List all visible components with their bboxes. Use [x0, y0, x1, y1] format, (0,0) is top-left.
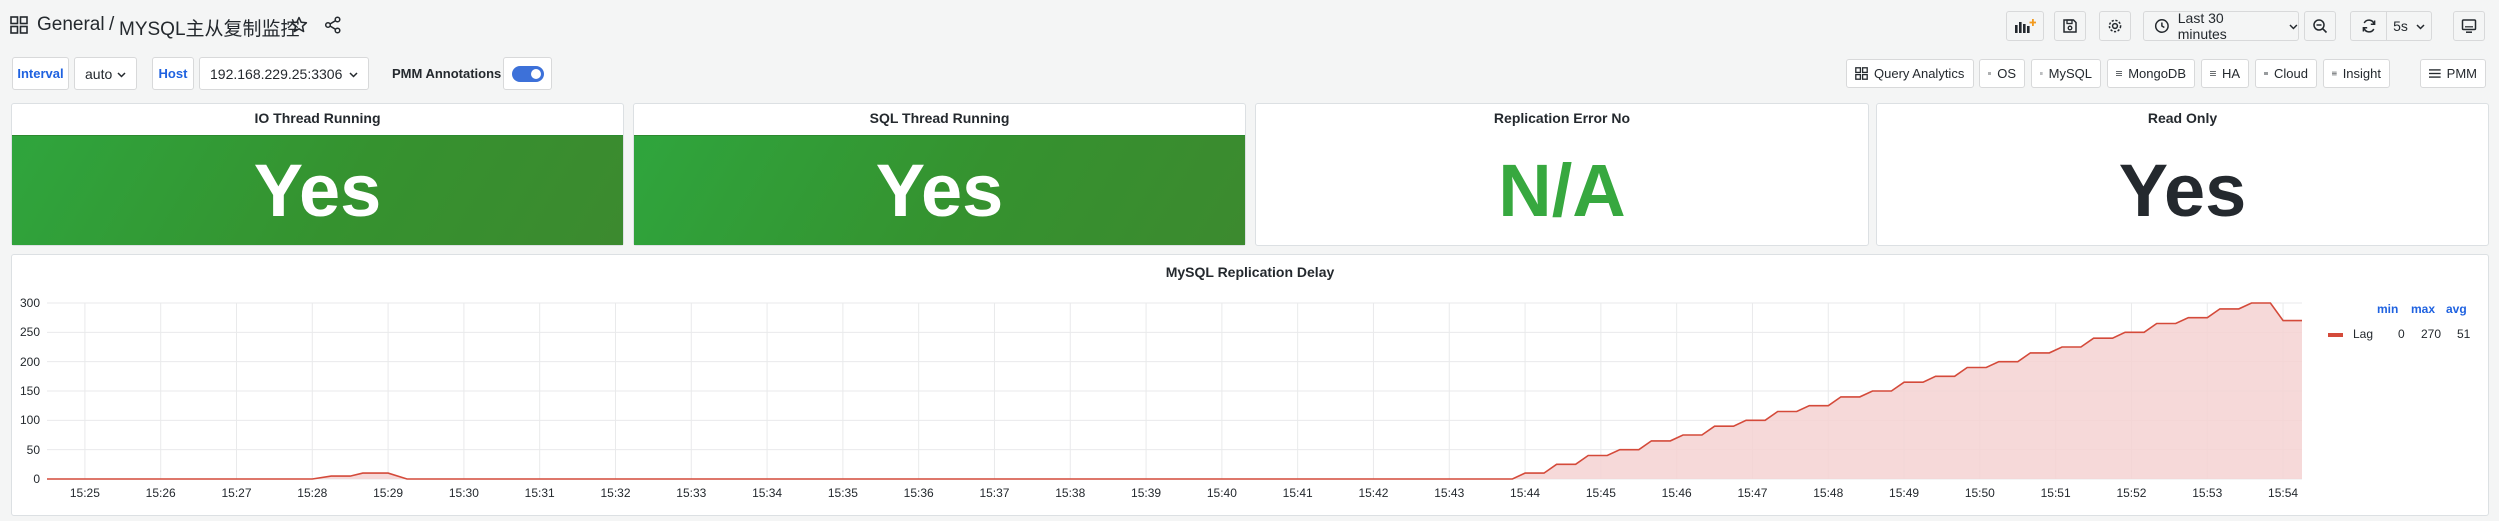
- x-tick-label: 15:31: [524, 486, 555, 500]
- x-tick-label: 15:53: [2192, 486, 2223, 500]
- x-tick-label: 15:28: [297, 486, 328, 500]
- x-tick-label: 15:27: [221, 486, 252, 500]
- x-tick-label: 15:40: [1206, 486, 1237, 500]
- x-tick-label: 15:30: [448, 486, 479, 500]
- x-tick-label: 15:41: [1282, 486, 1313, 500]
- x-tick-label: 15:26: [145, 486, 176, 500]
- x-tick-label: 15:35: [827, 486, 858, 500]
- x-tick-label: 15:46: [1661, 486, 1692, 500]
- x-tick-label: 15:25: [69, 486, 100, 500]
- legend-col-min[interactable]: min: [2377, 302, 2398, 316]
- y-tick-label: 50: [26, 442, 40, 457]
- x-tick-label: 15:52: [2116, 486, 2147, 500]
- x-tick-label: 15:54: [2268, 486, 2299, 500]
- x-tick-label: 15:49: [1889, 486, 1920, 500]
- replication-delay-chart[interactable]: [0, 0, 2499, 521]
- x-tick-label: 15:37: [979, 486, 1010, 500]
- legend-col-avg[interactable]: avg: [2446, 302, 2467, 316]
- x-tick-label: 15:29: [373, 486, 404, 500]
- x-tick-label: 15:44: [1510, 486, 1541, 500]
- x-tick-label: 15:39: [1131, 486, 1162, 500]
- legend-swatch-lag[interactable]: [2328, 333, 2343, 337]
- x-tick-label: 15:47: [1737, 486, 1768, 500]
- x-tick-label: 15:51: [2040, 486, 2071, 500]
- y-tick-label: 200: [19, 354, 40, 369]
- x-tick-label: 15:43: [1434, 486, 1465, 500]
- x-tick-label: 15:36: [903, 486, 934, 500]
- x-tick-label: 15:34: [752, 486, 783, 500]
- x-tick-label: 15:38: [1055, 486, 1086, 500]
- y-tick-label: 300: [19, 296, 40, 310]
- x-tick-label: 15:48: [1813, 486, 1844, 500]
- x-tick-label: 15:45: [1585, 486, 1616, 500]
- legend-min-value: 0: [2398, 327, 2405, 341]
- legend-avg-value: 51: [2457, 327, 2471, 341]
- y-tick-label: 150: [19, 384, 40, 398]
- x-tick-label: 15:42: [1358, 486, 1389, 500]
- x-tick-label: 15:50: [1964, 486, 1995, 500]
- y-tick-label: 0: [33, 472, 40, 486]
- legend-col-max[interactable]: max: [2411, 302, 2435, 316]
- x-tick-label: 15:33: [676, 486, 707, 500]
- y-tick-label: 250: [19, 325, 40, 340]
- legend-max-value: 270: [2421, 327, 2442, 341]
- legend-series-name[interactable]: Lag: [2353, 327, 2373, 341]
- x-tick-label: 15:32: [600, 486, 631, 500]
- y-tick-label: 100: [19, 413, 40, 428]
